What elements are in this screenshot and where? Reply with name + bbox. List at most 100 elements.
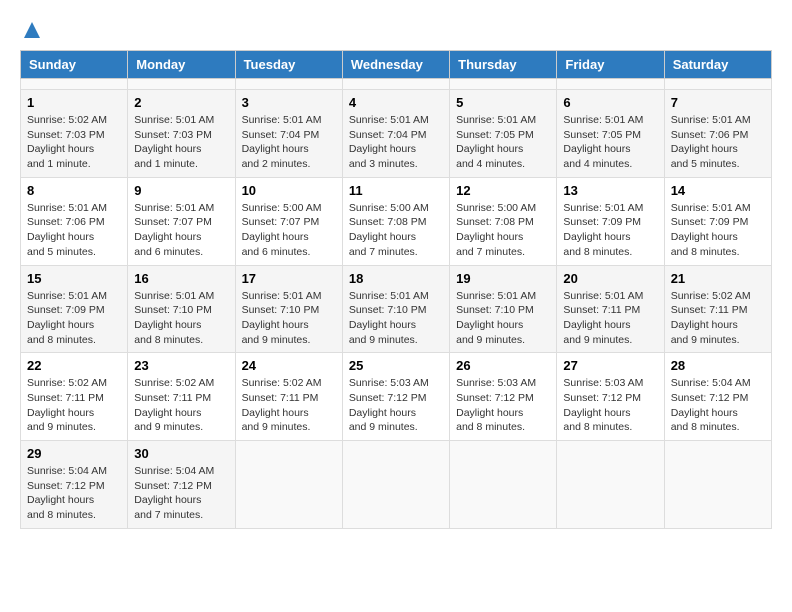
day-number: 20 — [563, 271, 657, 286]
day-number: 17 — [242, 271, 336, 286]
calendar-day-cell: 9 Sunrise: 5:01 AMSunset: 7:07 PMDaylight… — [128, 177, 235, 265]
day-info: Sunrise: 5:01 AMSunset: 7:07 PMDaylight … — [134, 201, 228, 260]
day-number: 26 — [456, 358, 550, 373]
calendar-week-row: 29 Sunrise: 5:04 AMSunset: 7:12 PMDayligh… — [21, 441, 772, 529]
day-of-week-header: Sunday — [21, 51, 128, 79]
day-of-week-header: Saturday — [664, 51, 771, 79]
day-number: 28 — [671, 358, 765, 373]
day-info: Sunrise: 5:00 AMSunset: 7:07 PMDaylight … — [242, 201, 336, 260]
day-number: 6 — [563, 95, 657, 110]
calendar-day-cell — [342, 79, 449, 90]
day-info: Sunrise: 5:01 AMSunset: 7:05 PMDaylight … — [563, 113, 657, 172]
day-info: Sunrise: 5:02 AMSunset: 7:03 PMDaylight … — [27, 113, 121, 172]
day-info: Sunrise: 5:01 AMSunset: 7:03 PMDaylight … — [134, 113, 228, 172]
day-info: Sunrise: 5:02 AMSunset: 7:11 PMDaylight … — [671, 289, 765, 348]
calendar-day-cell: 27Sunrise: 5:03 AMSunset: 7:12 PMDayligh… — [557, 353, 664, 441]
day-info: Sunrise: 5:01 AMSunset: 7:09 PMDaylight … — [671, 201, 765, 260]
calendar-day-cell — [450, 79, 557, 90]
day-number: 1 — [27, 95, 121, 110]
day-info: Sunrise: 5:00 AMSunset: 7:08 PMDaylight … — [349, 201, 443, 260]
calendar-day-cell: 28 Sunrise: 5:04 AMSunset: 7:12 PMDayligh… — [664, 353, 771, 441]
calendar-day-cell: 11 Sunrise: 5:00 AMSunset: 7:08 PMDayligh… — [342, 177, 449, 265]
day-info: Sunrise: 5:03 AMSunset: 7:12 PMDaylight … — [456, 376, 550, 435]
calendar-week-row: 1 Sunrise: 5:02 AMSunset: 7:03 PMDaylight… — [21, 90, 772, 178]
day-number: 9 — [134, 183, 228, 198]
calendar-day-cell: 23 Sunrise: 5:02 AMSunset: 7:11 PMDayligh… — [128, 353, 235, 441]
calendar-week-row: 15Sunrise: 5:01 AMSunset: 7:09 PMDayligh… — [21, 265, 772, 353]
day-number: 23 — [134, 358, 228, 373]
calendar-day-cell — [450, 441, 557, 529]
day-info: Sunrise: 5:03 AMSunset: 7:12 PMDaylight … — [563, 376, 657, 435]
day-number: 12 — [456, 183, 550, 198]
day-number: 25 — [349, 358, 443, 373]
day-number: 8 — [27, 183, 121, 198]
calendar-day-cell: 4 Sunrise: 5:01 AMSunset: 7:04 PMDaylight… — [342, 90, 449, 178]
calendar-day-cell: 15Sunrise: 5:01 AMSunset: 7:09 PMDayligh… — [21, 265, 128, 353]
logo-icon — [22, 20, 42, 40]
day-info: Sunrise: 5:02 AMSunset: 7:11 PMDaylight … — [134, 376, 228, 435]
calendar-day-cell: 16 Sunrise: 5:01 AMSunset: 7:10 PMDayligh… — [128, 265, 235, 353]
calendar-day-cell: 13Sunrise: 5:01 AMSunset: 7:09 PMDayligh… — [557, 177, 664, 265]
logo — [20, 20, 42, 40]
day-info: Sunrise: 5:01 AMSunset: 7:10 PMDaylight … — [134, 289, 228, 348]
calendar-day-cell: 5Sunrise: 5:01 AMSunset: 7:05 PMDaylight… — [450, 90, 557, 178]
day-number: 16 — [134, 271, 228, 286]
calendar-header-row: SundayMondayTuesdayWednesdayThursdayFrid… — [21, 51, 772, 79]
calendar-day-cell: 25 Sunrise: 5:03 AMSunset: 7:12 PMDayligh… — [342, 353, 449, 441]
day-info: Sunrise: 5:04 AMSunset: 7:12 PMDaylight … — [671, 376, 765, 435]
calendar-day-cell: 18 Sunrise: 5:01 AMSunset: 7:10 PMDayligh… — [342, 265, 449, 353]
calendar-week-row: 8 Sunrise: 5:01 AMSunset: 7:06 PMDaylight… — [21, 177, 772, 265]
calendar-day-cell: 29 Sunrise: 5:04 AMSunset: 7:12 PMDayligh… — [21, 441, 128, 529]
calendar-day-cell: 30 Sunrise: 5:04 AMSunset: 7:12 PMDayligh… — [128, 441, 235, 529]
calendar-day-cell: 3Sunrise: 5:01 AMSunset: 7:04 PMDaylight… — [235, 90, 342, 178]
day-info: Sunrise: 5:01 AMSunset: 7:04 PMDaylight … — [349, 113, 443, 172]
day-info: Sunrise: 5:01 AMSunset: 7:10 PMDaylight … — [242, 289, 336, 348]
day-info: Sunrise: 5:00 AMSunset: 7:08 PMDaylight … — [456, 201, 550, 260]
day-of-week-header: Wednesday — [342, 51, 449, 79]
day-number: 15 — [27, 271, 121, 286]
calendar-week-row — [21, 79, 772, 90]
calendar-day-cell — [557, 79, 664, 90]
day-number: 29 — [27, 446, 121, 461]
calendar-day-cell: 8 Sunrise: 5:01 AMSunset: 7:06 PMDaylight… — [21, 177, 128, 265]
calendar-day-cell: 2 Sunrise: 5:01 AMSunset: 7:03 PMDaylight… — [128, 90, 235, 178]
day-number: 30 — [134, 446, 228, 461]
day-number: 18 — [349, 271, 443, 286]
calendar-day-cell — [21, 79, 128, 90]
day-info: Sunrise: 5:03 AMSunset: 7:12 PMDaylight … — [349, 376, 443, 435]
day-number: 11 — [349, 183, 443, 198]
day-info: Sunrise: 5:01 AMSunset: 7:06 PMDaylight … — [27, 201, 121, 260]
calendar-day-cell — [235, 79, 342, 90]
day-info: Sunrise: 5:02 AMSunset: 7:11 PMDaylight … — [242, 376, 336, 435]
calendar-day-cell — [235, 441, 342, 529]
calendar-day-cell: 21Sunrise: 5:02 AMSunset: 7:11 PMDayligh… — [664, 265, 771, 353]
day-number: 13 — [563, 183, 657, 198]
calendar-day-cell — [664, 79, 771, 90]
day-of-week-header: Monday — [128, 51, 235, 79]
calendar-day-cell: 7Sunrise: 5:01 AMSunset: 7:06 PMDaylight… — [664, 90, 771, 178]
calendar-day-cell — [557, 441, 664, 529]
day-info: Sunrise: 5:04 AMSunset: 7:12 PMDaylight … — [134, 464, 228, 523]
day-number: 24 — [242, 358, 336, 373]
calendar-day-cell: 14Sunrise: 5:01 AMSunset: 7:09 PMDayligh… — [664, 177, 771, 265]
day-info: Sunrise: 5:02 AMSunset: 7:11 PMDaylight … — [27, 376, 121, 435]
day-info: Sunrise: 5:01 AMSunset: 7:10 PMDaylight … — [349, 289, 443, 348]
day-info: Sunrise: 5:04 AMSunset: 7:12 PMDaylight … — [27, 464, 121, 523]
calendar-day-cell: 22 Sunrise: 5:02 AMSunset: 7:11 PMDayligh… — [21, 353, 128, 441]
day-number: 2 — [134, 95, 228, 110]
day-number: 3 — [242, 95, 336, 110]
calendar-table: SundayMondayTuesdayWednesdayThursdayFrid… — [20, 50, 772, 529]
day-number: 22 — [27, 358, 121, 373]
day-of-week-header: Tuesday — [235, 51, 342, 79]
calendar-day-cell: 20 Sunrise: 5:01 AMSunset: 7:11 PMDayligh… — [557, 265, 664, 353]
page-header — [20, 20, 772, 40]
calendar-week-row: 22 Sunrise: 5:02 AMSunset: 7:11 PMDayligh… — [21, 353, 772, 441]
day-number: 4 — [349, 95, 443, 110]
day-info: Sunrise: 5:01 AMSunset: 7:10 PMDaylight … — [456, 289, 550, 348]
calendar-day-cell: 6 Sunrise: 5:01 AMSunset: 7:05 PMDaylight… — [557, 90, 664, 178]
calendar-day-cell — [128, 79, 235, 90]
day-number: 5 — [456, 95, 550, 110]
day-info: Sunrise: 5:01 AMSunset: 7:11 PMDaylight … — [563, 289, 657, 348]
day-of-week-header: Thursday — [450, 51, 557, 79]
day-number: 7 — [671, 95, 765, 110]
